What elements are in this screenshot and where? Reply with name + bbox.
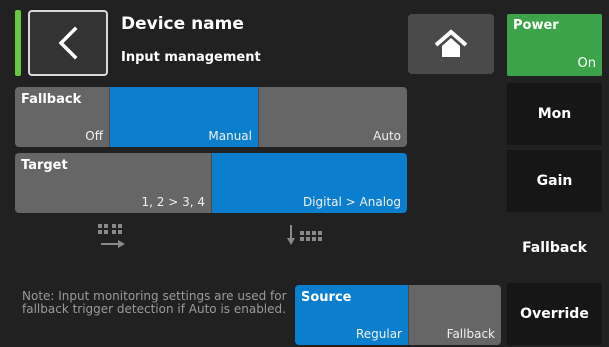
option-label: Manual <box>208 129 252 143</box>
menu-item-label: Mon <box>537 106 572 122</box>
target-option-digital-analog[interactable]: Digital > Analog <box>211 153 407 213</box>
fallback-selector: Fallback Off Manual Auto <box>15 87 407 147</box>
back-button[interactable] <box>28 10 108 76</box>
target-label: Target <box>21 158 68 173</box>
power-button[interactable]: Power On <box>507 14 602 76</box>
fallback-option-off[interactable]: Fallback Off <box>15 87 109 147</box>
option-label: Auto <box>373 129 401 143</box>
menu-item-fallback[interactable]: Fallback <box>507 217 602 279</box>
source-option-regular[interactable]: Source Regular <box>295 285 408 345</box>
status-indicator <box>15 10 21 76</box>
chevron-left-icon <box>58 26 78 60</box>
power-label: Power <box>513 18 559 33</box>
menu-item-gain[interactable]: Gain <box>507 150 602 212</box>
option-label: 1, 2 > 3, 4 <box>141 195 205 209</box>
menu-item-label: Override <box>520 306 589 322</box>
menu-item-mon[interactable]: Mon <box>507 83 602 145</box>
menu-item-label: Gain <box>536 173 573 189</box>
source-option-fallback[interactable]: Fallback <box>408 285 501 345</box>
home-button[interactable] <box>408 14 494 74</box>
fallback-option-auto[interactable]: Auto <box>258 87 407 147</box>
menu-item-override[interactable]: Override <box>507 283 602 345</box>
home-icon <box>434 29 468 57</box>
fallback-option-manual[interactable]: Manual <box>109 87 258 147</box>
option-label: Off <box>85 129 103 143</box>
target-selector: Target 1, 2 > 3, 4 Digital > Analog <box>15 153 407 213</box>
page-subtitle: Input management <box>121 50 261 65</box>
info-note: Note: Input monitoring settings are used… <box>22 289 287 316</box>
digital-to-right-icon <box>96 222 130 256</box>
fallback-label: Fallback <box>21 92 82 107</box>
power-value: On <box>577 56 596 71</box>
option-label: Regular <box>355 327 402 341</box>
option-label: Digital > Analog <box>302 195 401 209</box>
target-option-channels[interactable]: Target 1, 2 > 3, 4 <box>15 153 211 213</box>
device-name: Device name <box>121 14 244 34</box>
option-label: Fallback <box>446 327 495 341</box>
source-label: Source <box>301 290 352 305</box>
source-selector: Source Regular Fallback <box>295 285 501 345</box>
menu-item-label: Fallback <box>522 240 587 256</box>
down-to-analog-icon <box>285 222 331 256</box>
